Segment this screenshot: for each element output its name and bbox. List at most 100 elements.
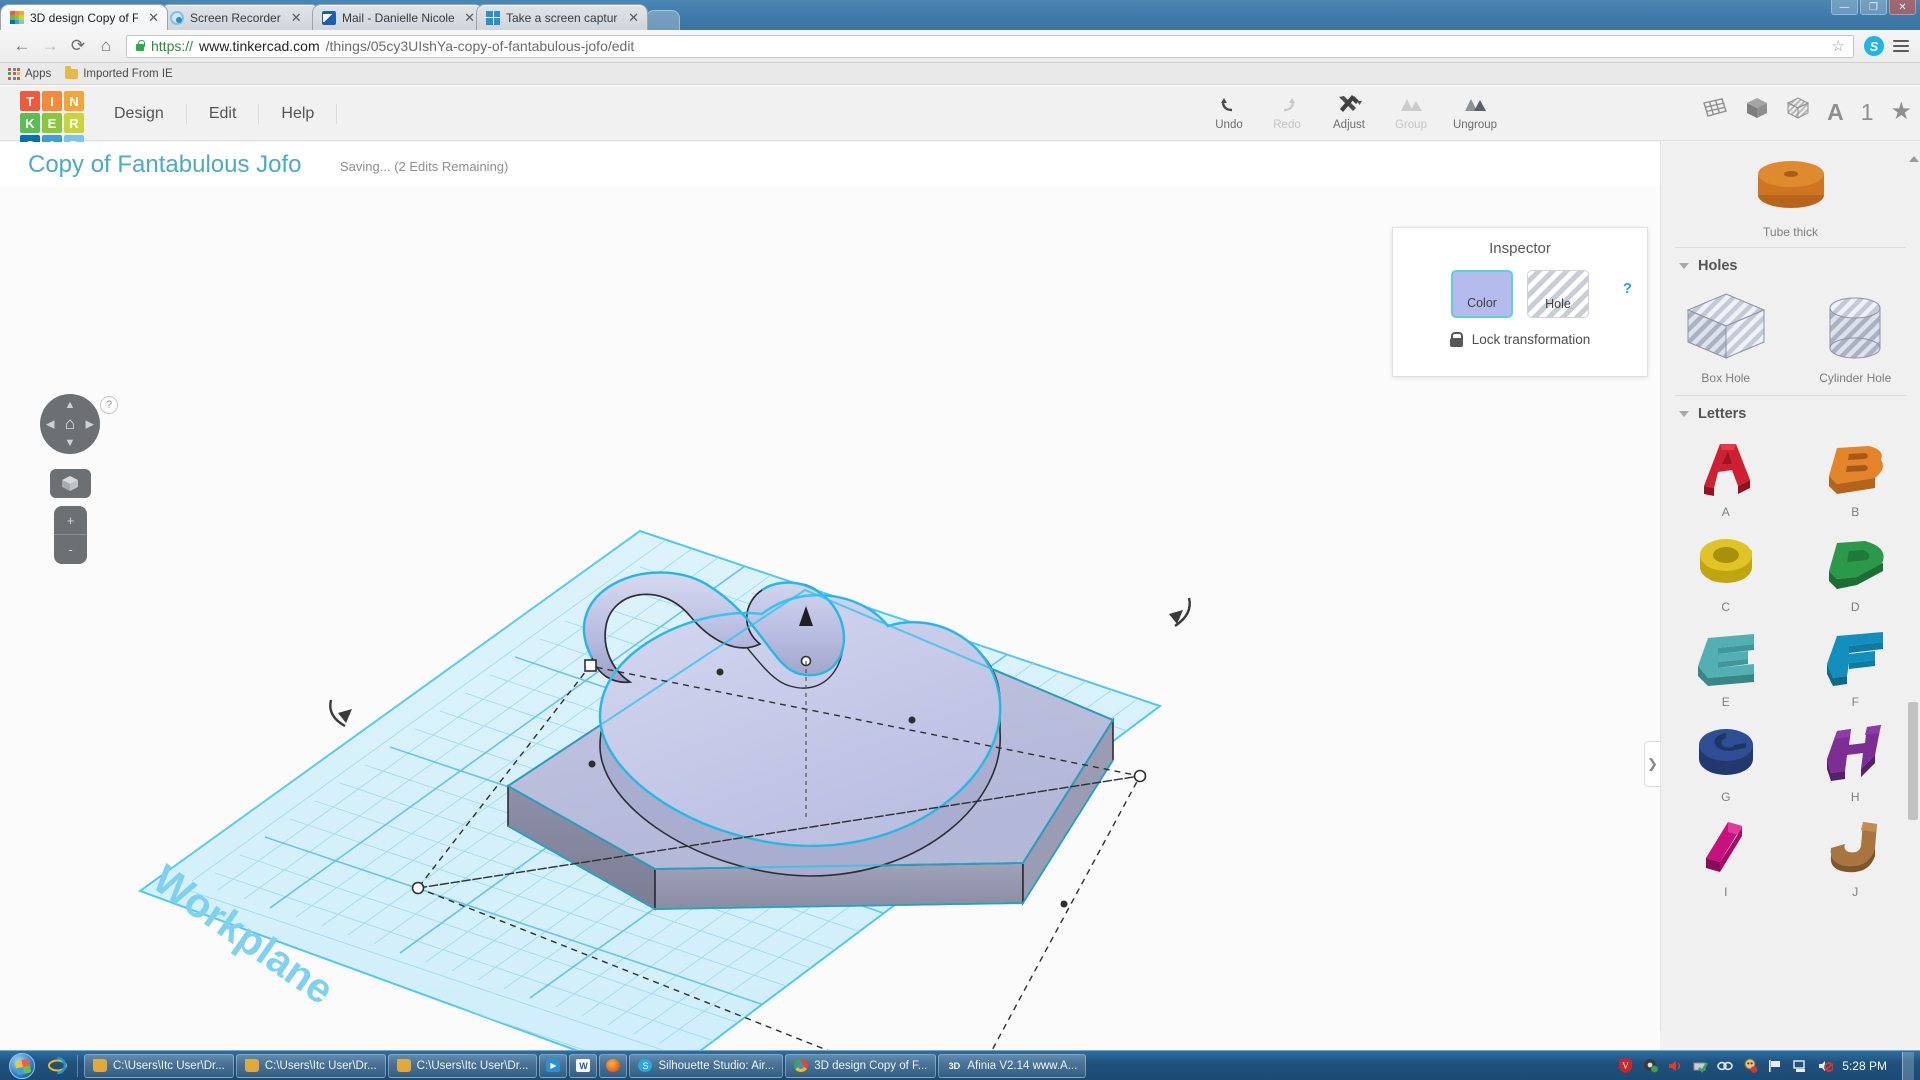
undo-button[interactable]: Undo	[1200, 91, 1258, 133]
tab-close-icon[interactable]: ✕	[291, 11, 302, 24]
color-swatch-button[interactable]: Color	[1451, 270, 1513, 318]
user-icon[interactable]	[1742, 1058, 1758, 1074]
zoom-in-button[interactable]: +	[54, 506, 87, 535]
maximize-button[interactable]: ❐	[1860, 0, 1887, 15]
nav-down-icon[interactable]: ▼	[65, 437, 76, 449]
group-button[interactable]: Group	[1382, 91, 1440, 133]
tab-close-icon[interactable]: ✕	[148, 11, 159, 24]
nav-right-icon[interactable]: ▶	[86, 418, 94, 431]
back-icon[interactable]: ←	[8, 32, 36, 60]
shape-tube-thick[interactable]: Tube thick	[1661, 142, 1920, 243]
lock-transformation-row[interactable]: Lock transformation	[1393, 332, 1647, 347]
ruler-cube-icon[interactable]	[1786, 96, 1810, 127]
shape-cylinder-hole[interactable]: Cylinder Hole	[1791, 286, 1920, 385]
hole-swatch-button[interactable]: Hole	[1527, 270, 1589, 318]
mute-icon[interactable]	[1817, 1058, 1833, 1074]
browser-tab-1[interactable]: 3D design Copy of Fantab ✕	[0, 4, 168, 30]
taskbar-item[interactable]: C:\Users\Itc User\Dr...	[387, 1053, 538, 1078]
browser-tab-3[interactable]: Mail - Danielle Nicole Ingr ✕	[312, 4, 484, 30]
taskbar-item[interactable]: C:\Users\Itc User\Dr...	[235, 1053, 386, 1078]
fit-to-view-button[interactable]	[50, 469, 91, 498]
cube-icon[interactable]	[1745, 96, 1769, 127]
shape-letter-c[interactable]: C	[1661, 529, 1791, 614]
reload-icon[interactable]: ⟳	[64, 32, 92, 60]
shape-letter-f[interactable]: F	[1791, 624, 1920, 709]
section-header-holes[interactable]: Holes	[1661, 252, 1920, 280]
network-icon[interactable]	[1792, 1058, 1808, 1074]
redo-icon	[1258, 91, 1316, 117]
taskbar-item-chrome[interactable]: 3D design Copy of F...	[785, 1053, 937, 1078]
nav-up-icon[interactable]: ▲	[65, 399, 76, 411]
forward-icon[interactable]: →	[36, 32, 64, 60]
menu-edit[interactable]: Edit	[187, 103, 260, 124]
mail-favicon-icon	[322, 10, 336, 25]
bookmark-apps[interactable]: Apps	[8, 67, 51, 80]
start-button[interactable]	[2, 1052, 42, 1080]
volume-icon[interactable]	[1667, 1058, 1683, 1074]
collapse-panel-button[interactable]: ❯	[1644, 741, 1660, 787]
browser-tab-2[interactable]: Screen Recorder ✕	[160, 4, 320, 30]
shape-letter-g[interactable]: G	[1661, 719, 1791, 804]
taskbar-item[interactable]: C:\Users\Itc User\Dr...	[84, 1053, 234, 1078]
bookmark-imported-from-ie[interactable]: Imported From IE	[65, 66, 173, 80]
shape-box-hole[interactable]: Box Hole	[1661, 286, 1791, 385]
chrome-menu-icon[interactable]	[1890, 35, 1912, 57]
zoom-controls[interactable]: + -	[54, 506, 87, 564]
ungroup-button[interactable]: Ungroup	[1440, 91, 1510, 133]
shape-letter-d[interactable]: D	[1791, 529, 1920, 614]
show-desktop-button[interactable]	[1902, 1051, 1914, 1080]
flag-icon[interactable]	[1767, 1058, 1783, 1074]
redo-button[interactable]: Redo	[1258, 91, 1316, 133]
zoom-out-button[interactable]: -	[54, 535, 87, 564]
shape-letter-h[interactable]: H	[1791, 719, 1920, 804]
nav-home-icon[interactable]: ⌂	[65, 414, 75, 434]
help-icon[interactable]: ?	[100, 396, 118, 414]
number-icon[interactable]: 1	[1861, 99, 1874, 125]
shape-letter-j[interactable]: J	[1791, 814, 1920, 899]
tab-close-icon[interactable]: ✕	[464, 11, 475, 24]
tab-close-icon[interactable]: ✕	[628, 11, 639, 24]
shape-label: H	[1850, 790, 1860, 804]
close-window-button[interactable]: ✕	[1889, 0, 1916, 15]
menu-help[interactable]: Help	[259, 103, 338, 124]
tool-label: Redo	[1273, 119, 1301, 131]
minimize-button[interactable]: —	[1831, 0, 1858, 15]
new-tab-button[interactable]	[646, 10, 680, 30]
section-header-letters[interactable]: Letters	[1661, 400, 1920, 428]
nav-left-icon[interactable]: ◀	[46, 418, 54, 431]
scroll-up-icon[interactable]	[1909, 156, 1919, 176]
favorites-star-icon[interactable]: ★	[1890, 98, 1912, 125]
adjust-button[interactable]: Adjust	[1316, 91, 1382, 133]
taskbar-item-afinia[interactable]: 3D Afinia V2.14 www.A...	[938, 1053, 1087, 1078]
taskbar-clock[interactable]: 5:28 PM	[1842, 1059, 1887, 1073]
link-icon[interactable]	[1717, 1058, 1734, 1074]
system-tray: V 5:28 PM	[1617, 1051, 1920, 1080]
shapes-panel[interactable]: Tube thick Holes Box Hole Cylinder Hole …	[1660, 142, 1920, 1031]
browser-tab-4[interactable]: Take a screen capture (pri ✕	[476, 4, 648, 30]
home-icon[interactable]: ⌂	[92, 32, 120, 60]
view-navigator[interactable]: ▲ ▼ ◀ ▶ ⌂	[40, 394, 100, 454]
menu-design[interactable]: Design	[100, 103, 187, 124]
shapes-scrollbar[interactable]	[1908, 702, 1918, 820]
page-title[interactable]: Copy of Fantabulous Jofo	[28, 151, 302, 179]
address-bar[interactable]: https:// www.tinkercad.com/things/05cy3UI…	[126, 34, 1854, 58]
shape-letter-a[interactable]: A	[1661, 434, 1791, 519]
taskbar-item-firefox[interactable]	[599, 1053, 628, 1078]
disk-check-icon[interactable]	[1692, 1058, 1708, 1074]
shape-letter-i[interactable]: I	[1661, 814, 1791, 899]
document-header: Copy of Fantabulous Jofo Saving... (2 Ed…	[0, 142, 1660, 186]
internet-explorer-icon[interactable]	[42, 1056, 72, 1075]
workplane-icon[interactable]	[1702, 96, 1728, 127]
skype-extension-icon[interactable]: S	[1864, 36, 1884, 56]
taskbar-item-silhouette[interactable]: S Silhouette Studio: Air...	[629, 1053, 784, 1078]
letter-j-icon	[1831, 822, 1878, 873]
update-icon[interactable]	[1642, 1058, 1658, 1074]
taskbar-item-word[interactable]: W	[569, 1053, 598, 1078]
taskbar-item-media-player[interactable]: ▶	[539, 1053, 568, 1078]
antivirus-shield-icon[interactable]: V	[1617, 1058, 1633, 1074]
shape-letter-e[interactable]: E	[1661, 624, 1791, 709]
inspector-help-icon[interactable]: ?	[1623, 280, 1632, 297]
bookmark-star-icon[interactable]: ☆	[1832, 37, 1845, 55]
shape-letter-b[interactable]: B	[1791, 434, 1920, 519]
text-icon[interactable]: A	[1827, 99, 1844, 125]
